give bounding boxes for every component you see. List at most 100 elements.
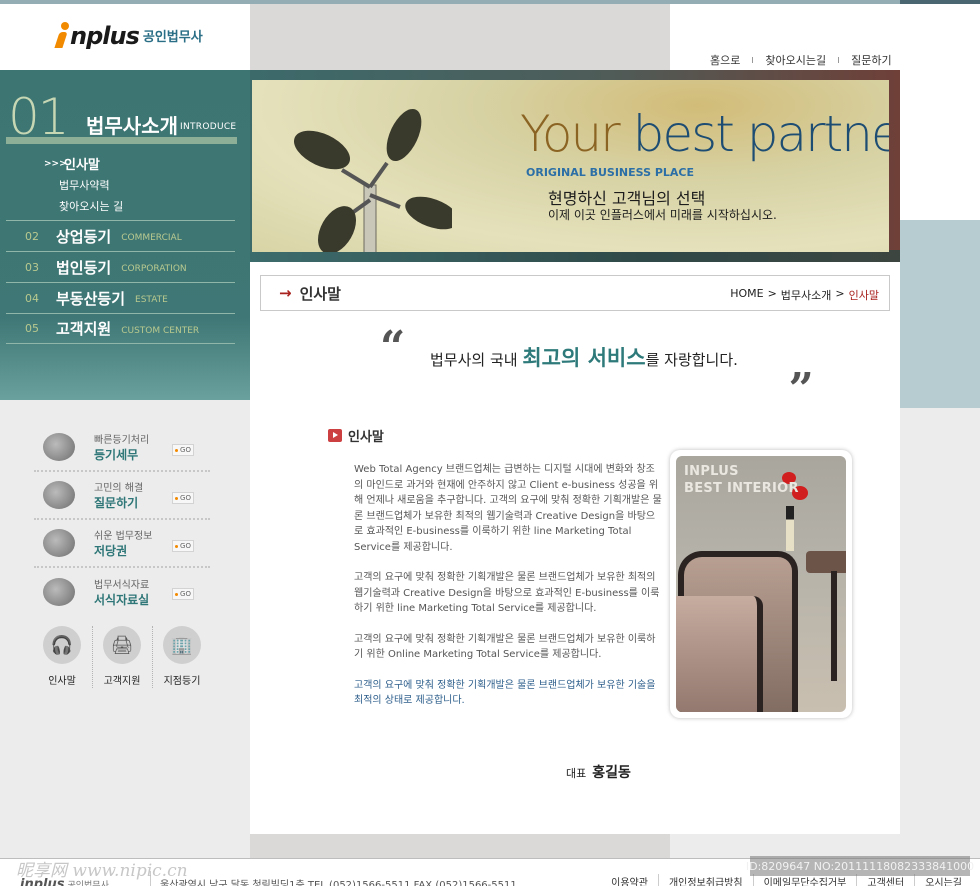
bullet-icon xyxy=(175,496,179,500)
submenu-label: 찾아오시는 길 xyxy=(59,199,124,213)
section-number: 01 xyxy=(8,88,70,146)
paragraph-highlight: 고객의 요구에 맞춰 정확한 기획개발은 물론 브랜드업체가 보유한 기술을 최… xyxy=(354,679,656,707)
ceo-signature: 대표 홍길동 xyxy=(566,762,631,782)
circle-link-label: 지점등기 xyxy=(163,676,201,687)
sidebar-item-customer-center[interactable]: 05 고객지원 CUSTOM CENTER xyxy=(6,313,235,344)
slogan-highlight: 최고의 서비스 xyxy=(522,345,646,370)
quick-link-title: 등기세무 xyxy=(94,448,139,462)
play-icon xyxy=(328,429,342,442)
quick-link-title: 질문하기 xyxy=(94,496,139,510)
slogan-text: 법무사의 국내 최고의 서비스를 자랑합니다. xyxy=(430,342,738,372)
menu-number: 02 xyxy=(25,229,39,243)
menu-label: 부동산등기 xyxy=(56,289,126,308)
watermark: 昵享网 www.nipic.cn xyxy=(16,861,188,881)
slogan: “ 법무사의 국내 최고의 서비스를 자랑합니다. “ xyxy=(380,326,830,393)
section-heading: 인사말 xyxy=(328,426,384,445)
top-nav-home[interactable]: 홈으로 xyxy=(710,52,740,68)
street-lamp-image xyxy=(293,108,452,252)
slogan-pre: 법무사의 국내 xyxy=(430,351,523,369)
banner-tagline-sub: 이제 이곳 인플러스에서 미래를 시작하십시오. xyxy=(548,208,777,222)
menu-label: 고객지원 xyxy=(56,320,112,338)
banner-subtitle: ORIGINAL BUSINESS PLACE xyxy=(526,166,694,179)
circle-link-greeting[interactable]: 🎧 인사말 xyxy=(32,626,92,687)
circle-link-branch[interactable]: 🏢 지점등기 xyxy=(152,626,212,688)
top-nav: 홈으로 찾아오시는길 질문하기 xyxy=(710,52,892,68)
footer-light-block xyxy=(670,834,980,858)
quick-link-sub: 빠른등기처리 xyxy=(94,435,150,446)
chair-shape xyxy=(676,596,763,712)
quick-links: 빠른등기처리 등기세무 GO 고민의 해결 질문하기 GO 쉬운 법무정보 저당… xyxy=(34,424,210,616)
footer-link-privacy[interactable]: 개인정보취급방침 xyxy=(657,874,753,886)
circle-links: 🎧 인사말 🖨 고객지원 🏢 지점등기 xyxy=(32,626,212,688)
magnifier-icon xyxy=(34,572,84,612)
footer-logo-sub: 공인법무사 xyxy=(67,881,109,886)
ceo-name: 홍길동 xyxy=(592,765,631,781)
breadcrumb: HOME > 법무사소개 > 인사말 xyxy=(730,287,879,303)
go-button[interactable]: GO xyxy=(172,540,194,552)
quick-link-sub: 법무서식자료 xyxy=(94,580,150,591)
photo-caption: BEST INTERIOR xyxy=(684,481,799,496)
submenu-item-directions[interactable]: 찾아오시는 길 xyxy=(44,195,123,216)
divider xyxy=(752,57,754,63)
vase-shape xyxy=(786,506,794,551)
bullet-icon xyxy=(175,448,179,452)
quick-link-ask[interactable]: 고민의 해결 질문하기 GO xyxy=(34,472,210,520)
paragraph: 고객의 요구에 맞춰 정확한 기획개발은 물론 브랜드업체가 보유한 이룩하기 … xyxy=(354,633,656,661)
quill-ink-icon xyxy=(34,475,84,515)
sidebar-item-commercial[interactable]: 02 상업등기 COMMERCIAL xyxy=(6,220,235,251)
close-quote-icon: “ xyxy=(788,341,814,392)
top-nav-ask[interactable]: 질문하기 xyxy=(851,52,891,68)
sidebar-menu: 02 상업등기 COMMERCIAL 03 법인등기 CORPORATION 0… xyxy=(6,220,235,344)
right-teal-block xyxy=(900,220,980,408)
interior-photo: INPLUS BEST INTERIOR xyxy=(670,450,852,718)
circle-link-label: 인사말 xyxy=(48,676,76,687)
go-label: GO xyxy=(180,494,191,502)
banner-title: Your best partner xyxy=(520,104,889,164)
arrow-right-icon: → xyxy=(279,284,292,302)
banner-title-your: Your xyxy=(520,105,621,163)
quick-link-mortgage[interactable]: 쉬운 법무정보 저당권 GO xyxy=(34,520,210,568)
menu-label: 법인등기 xyxy=(56,258,112,277)
quick-link-forms[interactable]: 법무서식자료 서식자료실 GO xyxy=(34,568,210,616)
sidebar-item-estate[interactable]: 04 부동산등기 ESTATE xyxy=(6,282,235,313)
logo-subtitle: 공인법무사 xyxy=(142,30,203,45)
site-logo[interactable]: nplus 공인법무사 xyxy=(54,22,203,48)
breadcrumb-current: 인사말 xyxy=(848,289,879,302)
submenu-item-greeting[interactable]: >>> 인사말 xyxy=(44,153,123,174)
menu-number: 04 xyxy=(25,291,39,305)
go-button[interactable]: GO xyxy=(172,444,194,456)
logo-i-icon xyxy=(54,22,70,48)
menu-label-en: CUSTOM CENTER xyxy=(121,325,200,336)
divider xyxy=(838,57,840,63)
submenu: >>> 인사말 법무사약력 찾아오시는 길 xyxy=(44,153,123,216)
table-leg-shape xyxy=(831,571,837,681)
page-header: → 인사말 HOME > 법무사소개 > 인사말 xyxy=(260,275,890,311)
sidebar-item-corporation[interactable]: 03 법인등기 CORPORATION xyxy=(6,251,235,282)
greeting-body: Web Total Agency 브랜드업체는 급변하는 디지털 시대에 변화와… xyxy=(354,462,664,724)
breadcrumb-separator: > xyxy=(767,287,777,300)
top-nav-directions[interactable]: 찾아오시는길 xyxy=(765,52,826,68)
right-gray-block xyxy=(900,408,980,828)
quick-link-sub: 쉬운 법무정보 xyxy=(94,531,153,542)
submenu-item-history[interactable]: 법무사약력 xyxy=(44,174,123,195)
quick-link-registration-tax[interactable]: 빠른등기처리 등기세무 GO xyxy=(34,424,210,472)
bullet-icon xyxy=(175,544,179,548)
headset-icon: 🎧 xyxy=(43,626,81,664)
submenu-label: 법무사약력 xyxy=(59,178,110,192)
section-title-en: INTRODUCE xyxy=(180,122,237,132)
building-icon: 🏢 xyxy=(163,626,201,664)
menu-number: 05 xyxy=(25,322,39,335)
go-button[interactable]: GO xyxy=(172,588,194,600)
footer-address: 울산광역시 남구 달동 청림빌딩1층 TEL (052)1566-5511 FA… xyxy=(160,880,517,886)
footer-link-terms[interactable]: 이용약관 xyxy=(601,874,658,886)
circle-link-support[interactable]: 🖨 고객지원 xyxy=(92,626,152,688)
slogan-post: 를 자랑합니다. xyxy=(645,351,738,369)
menu-label-en: CORPORATION xyxy=(121,264,187,274)
breadcrumb-home[interactable]: HOME xyxy=(730,287,763,303)
breadcrumb-section[interactable]: 법무사소개 xyxy=(781,287,832,303)
go-button[interactable]: GO xyxy=(172,492,194,504)
interior-image: INPLUS BEST INTERIOR xyxy=(676,456,846,712)
page-title: 인사말 xyxy=(299,284,341,303)
sidebar: 01 법무사소개 INTRODUCE >>> 인사말 법무사약력 찾아오시는 길… xyxy=(0,70,250,400)
menu-label-en: COMMERCIAL xyxy=(121,233,182,243)
